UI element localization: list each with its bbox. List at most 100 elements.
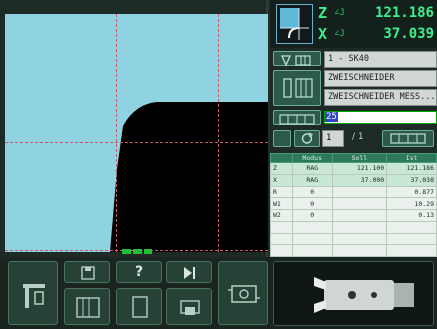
- camera-settings-icon: [228, 285, 260, 303]
- row-mode: RAG: [291, 162, 333, 175]
- crosshair-vertical: [116, 14, 117, 252]
- row-mode: [291, 244, 333, 257]
- row-axis: [270, 244, 293, 257]
- table-row[interactable]: Z RAG 121.100 121.186: [270, 162, 437, 175]
- tool-table-icon: [280, 55, 311, 67]
- row-soll: 121.100: [331, 162, 388, 175]
- row-ist: [386, 220, 437, 234]
- measure-icon: [390, 133, 426, 144]
- keyboard-input-button[interactable]: [273, 110, 321, 125]
- row-mode: 0: [291, 185, 333, 199]
- row-mode: [291, 232, 333, 246]
- play-forward-icon: [184, 267, 195, 279]
- x-axis-mode: ∠J: [334, 29, 345, 39]
- camera-settings-button[interactable]: [218, 261, 268, 325]
- table-row[interactable]: R 0 0.877: [270, 185, 437, 199]
- refresh-icon: [301, 132, 314, 144]
- crosshair-vertical-right: [218, 14, 219, 252]
- tool-measure-button[interactable]: [382, 130, 434, 147]
- col-axis: [270, 153, 293, 163]
- tool-settings-icon: [23, 284, 45, 308]
- help-icon: ?: [134, 264, 144, 280]
- z-axis-value: 121.186: [374, 5, 434, 21]
- page-prev-button[interactable]: [273, 130, 291, 147]
- page-separator: / 1: [352, 132, 364, 142]
- table-row[interactable]: [270, 244, 437, 257]
- row-ist: [386, 244, 437, 257]
- table-header: Modus Soll Ist: [270, 153, 437, 163]
- table-view-icon: [76, 297, 100, 318]
- measurement-table: Modus Soll Ist Z RAG 121.100 121.186 X R…: [270, 153, 437, 257]
- crosshair-horizontal: [5, 142, 268, 143]
- row-ist: 10.29: [386, 197, 437, 210]
- row-ist: 37.038: [386, 173, 437, 187]
- x-axis-label: X: [318, 25, 328, 43]
- tool-description-2: ZWEISCHNEIDER MESS...: [324, 89, 437, 106]
- row-axis: W2: [270, 209, 293, 222]
- page-current[interactable]: 1: [322, 130, 344, 147]
- right-panel: Z ∠J 121.186 X ∠J 37.039 1 - SK40 ZWEISC…: [270, 0, 437, 257]
- bottom-toolbar: ?: [0, 257, 437, 329]
- tool-description-button[interactable]: [273, 70, 321, 106]
- document-icon: [132, 296, 148, 318]
- row-soll: [331, 197, 388, 210]
- row-ist: 0.13: [386, 209, 437, 222]
- print-button[interactable]: [166, 288, 212, 325]
- table-view-button[interactable]: [64, 288, 110, 325]
- tool-silhouette: [110, 102, 268, 252]
- page-separator-slash: /: [352, 132, 356, 142]
- col-mode: Modus: [291, 153, 333, 163]
- z-axis-label: Z: [318, 4, 328, 22]
- tool-settings-button[interactable]: [8, 261, 58, 325]
- x-axis-value: 37.039: [383, 26, 434, 42]
- coordinate-display: Z ∠J 121.186 X ∠J 37.039: [270, 0, 437, 48]
- row-ist: 0.877: [386, 185, 437, 199]
- table-row[interactable]: [270, 232, 437, 246]
- table-row[interactable]: X RAG 37.000 37.038: [270, 173, 437, 187]
- page-cycle-button[interactable]: [294, 130, 320, 147]
- z-axis-mode: ∠J: [334, 8, 345, 18]
- row-mode: 0: [291, 197, 333, 210]
- row-mode: [291, 220, 333, 234]
- tool-holder-icon: [314, 277, 414, 313]
- save-button[interactable]: [64, 261, 110, 283]
- table-row[interactable]: W1 0 10.29: [270, 197, 437, 210]
- keyboard-icon: [279, 114, 315, 125]
- help-button[interactable]: ?: [116, 261, 162, 283]
- print-icon: [180, 300, 200, 315]
- origin-marker: [122, 249, 152, 254]
- document-button[interactable]: [116, 288, 162, 325]
- row-mode: 0: [291, 209, 333, 222]
- value-input-selection: 25: [325, 112, 338, 122]
- col-ist: Ist: [386, 153, 437, 163]
- tool-view-canvas[interactable]: [5, 14, 268, 252]
- next-button[interactable]: [166, 261, 212, 283]
- row-soll: 37.000: [331, 173, 388, 187]
- row-soll: [331, 232, 388, 246]
- value-input[interactable]: 25: [324, 111, 437, 124]
- save-icon: [81, 266, 95, 280]
- row-soll: [331, 244, 388, 257]
- row-mode: RAG: [291, 173, 333, 187]
- row-axis: R: [270, 185, 293, 199]
- table-row[interactable]: [270, 220, 437, 234]
- tool-edit-icon: [283, 78, 313, 98]
- row-axis: X: [270, 173, 293, 187]
- tool-holder-preview: [273, 261, 434, 326]
- tool-select-button[interactable]: [273, 51, 321, 67]
- page-total: 1: [357, 132, 364, 142]
- measurement-viewport: [0, 0, 268, 257]
- table-row[interactable]: W2 0 0.13: [270, 209, 437, 222]
- row-ist: 121.186: [386, 162, 437, 175]
- z-axis-readout: Z ∠J 121.186: [318, 4, 434, 24]
- tool-description-1: ZWEISCHNEIDER: [324, 70, 437, 87]
- view-quadrant-icon[interactable]: [276, 4, 313, 44]
- row-axis: [270, 232, 293, 246]
- row-soll: [331, 185, 388, 199]
- page-navigation: 1 / 1: [270, 128, 437, 150]
- row-soll: [331, 209, 388, 222]
- row-axis: Z: [270, 162, 293, 175]
- col-soll: Soll: [331, 153, 388, 163]
- row-ist: [386, 232, 437, 246]
- row-soll: [331, 220, 388, 234]
